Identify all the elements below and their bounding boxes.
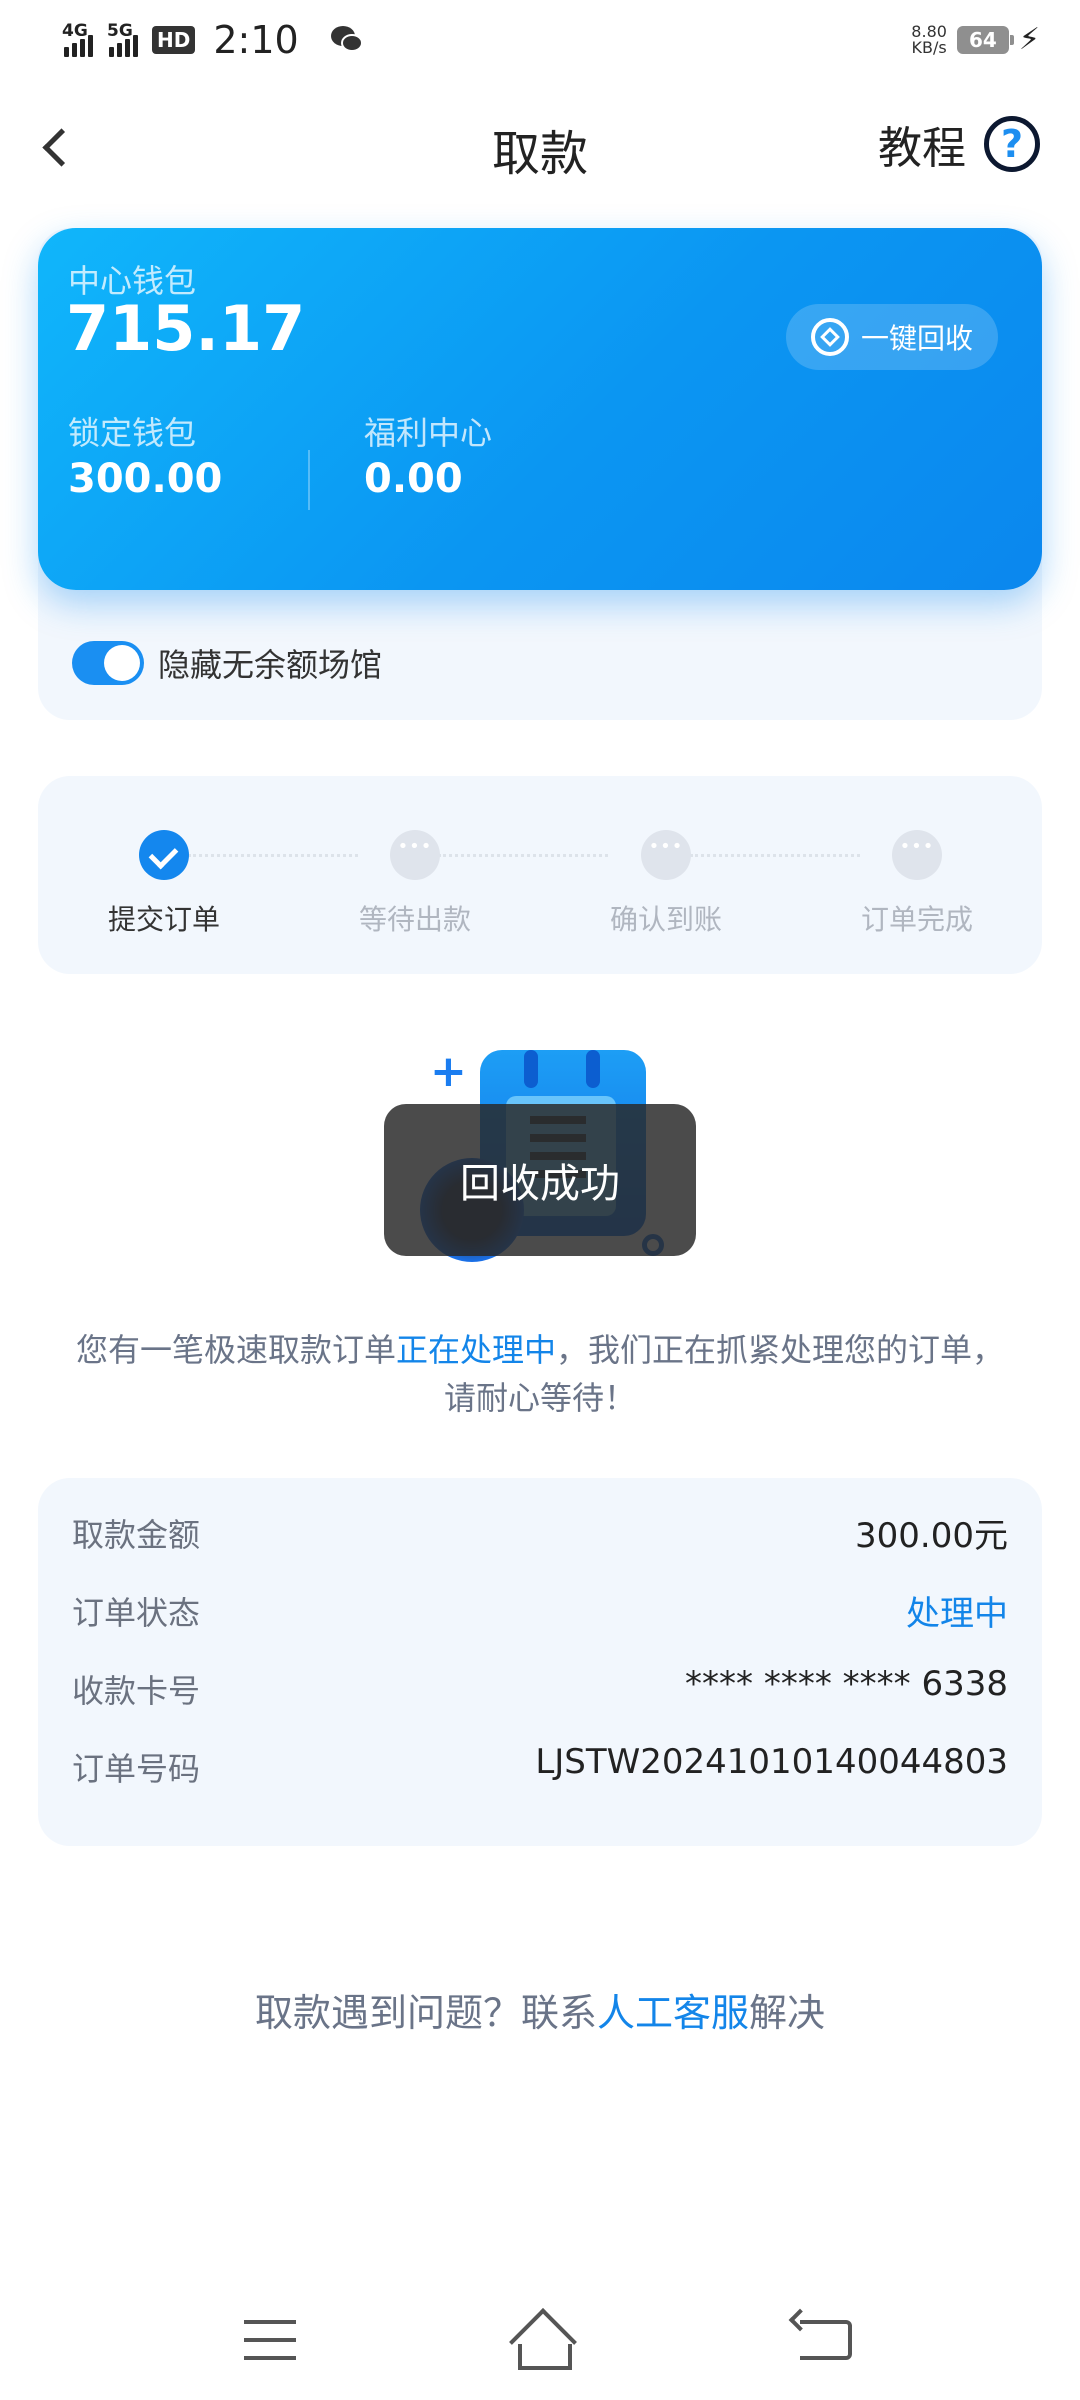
hide-empty-venues-label: 隐藏无余额场馆 <box>158 646 383 684</box>
order-details-card: 取款金额 300.00元 订单状态 处理中 收款卡号 **** **** ***… <box>38 1478 1042 1846</box>
info-highlight: 正在处理中 <box>395 1331 556 1369</box>
status-bar: 4G 5G HD 2:10 8.80 KB/s 64 ⚡ <box>0 0 1080 84</box>
menu-icon[interactable] <box>244 2320 296 2360</box>
support-prompt: 取款遇到问题？联系人工客服解决 <box>0 1982 1080 2037</box>
step-confirm-receipt: 确认到账 <box>566 830 766 938</box>
one-click-recycle-button[interactable]: 一键回收 <box>786 304 998 370</box>
amount-label: 取款金额 <box>72 1516 201 1554</box>
info-text-part2: ，我们正在抓紧处理您的订单， <box>556 1331 1005 1369</box>
order-row-number: 订单号码 LJSTW20241010140044803 <box>72 1734 1008 1794</box>
support-suffix: 解决 <box>749 1991 826 2035</box>
recycle-label: 一键回收 <box>860 322 973 355</box>
pending-icon <box>892 830 942 880</box>
step-awaiting-payout: 等待出款 <box>315 830 515 938</box>
step-submit-order: 提交订单 <box>64 830 264 938</box>
tutorial-button[interactable]: 教程 ? <box>878 112 1040 176</box>
locked-wallet-value: 300.00 <box>68 456 223 502</box>
signal-4g-icon: 4G <box>62 21 93 57</box>
card-value: **** **** **** 6338 <box>685 1664 1008 1704</box>
wallet-card: 中心钱包 715.17 一键回收 锁定钱包 300.00 福利中心 0.00 <box>38 228 1042 590</box>
hide-empty-venues-toggle[interactable] <box>72 641 144 685</box>
info-text-part1: 您有一笔极速取款订单 <box>75 1331 396 1369</box>
status-value: 处理中 <box>906 1594 1008 1634</box>
charging-icon: ⚡ <box>1018 22 1040 57</box>
order-number-label: 订单号码 <box>72 1750 201 1788</box>
back-nav-icon[interactable] <box>800 2320 852 2360</box>
welfare-center-value: 0.00 <box>364 456 463 502</box>
network-speed: 8.80 KB/s <box>911 23 947 57</box>
card-label: 收款卡号 <box>72 1672 201 1710</box>
order-row-amount: 取款金额 300.00元 <box>72 1500 1008 1560</box>
order-row-status: 订单状态 处理中 <box>72 1578 1008 1638</box>
pending-icon <box>641 830 691 880</box>
pending-icon <box>390 830 440 880</box>
wechat-notification-icon <box>330 26 363 54</box>
network-speed-unit: KB/s <box>911 37 947 57</box>
step-label: 订单完成 <box>860 903 973 936</box>
recycle-icon <box>810 318 849 356</box>
hide-empty-venues-row: 隐藏无余额场馆 <box>72 640 382 686</box>
step-label: 等待出款 <box>358 903 471 936</box>
progress-steps: 提交订单 等待出款 确认到账 订单完成 <box>38 776 1042 974</box>
center-wallet-value: 715.17 <box>66 292 306 365</box>
toast-message: 回收成功 <box>460 1161 620 1207</box>
tutorial-label: 教程 <box>878 123 966 174</box>
processing-message: 您有一笔极速取款订单正在处理中，我们正在抓紧处理您的订单， 请耐心等待！ <box>40 1326 1040 1422</box>
help-icon[interactable]: ? <box>984 116 1040 172</box>
step-order-complete: 订单完成 <box>817 830 1017 938</box>
amount-value: 300.00元 <box>855 1516 1008 1556</box>
network-type-1: 4G <box>62 21 88 41</box>
order-row-card: 收款卡号 **** **** **** 6338 <box>72 1656 1008 1716</box>
order-number-value[interactable]: LJSTW20241010140044803 <box>535 1742 1008 1782</box>
step-label: 确认到账 <box>609 903 722 936</box>
clock: 2:10 <box>213 18 299 62</box>
signal-5g-icon: 5G <box>107 21 138 57</box>
customer-service-link[interactable]: 人工客服 <box>597 1991 749 2035</box>
network-type-2: 5G <box>107 21 133 41</box>
battery-icon: 64 <box>956 25 1014 54</box>
support-prefix: 取款遇到问题？联系 <box>254 1991 597 2035</box>
plus-icon: + <box>430 1046 467 1097</box>
step-label: 提交订单 <box>107 903 220 936</box>
toast: 回收成功 <box>384 1104 696 1256</box>
check-icon <box>139 830 189 880</box>
home-icon[interactable] <box>506 2314 576 2370</box>
info-text-line2: 请耐心等待！ <box>443 1379 636 1417</box>
welfare-center-label: 福利中心 <box>364 414 493 452</box>
system-navigation-bar <box>0 2300 1080 2400</box>
hd-voice-icon: HD <box>152 26 196 54</box>
wallet-divider <box>308 450 310 510</box>
locked-wallet-label: 锁定钱包 <box>68 414 197 452</box>
status-label: 订单状态 <box>72 1594 201 1632</box>
header: 取款 教程 ? <box>0 96 1080 196</box>
